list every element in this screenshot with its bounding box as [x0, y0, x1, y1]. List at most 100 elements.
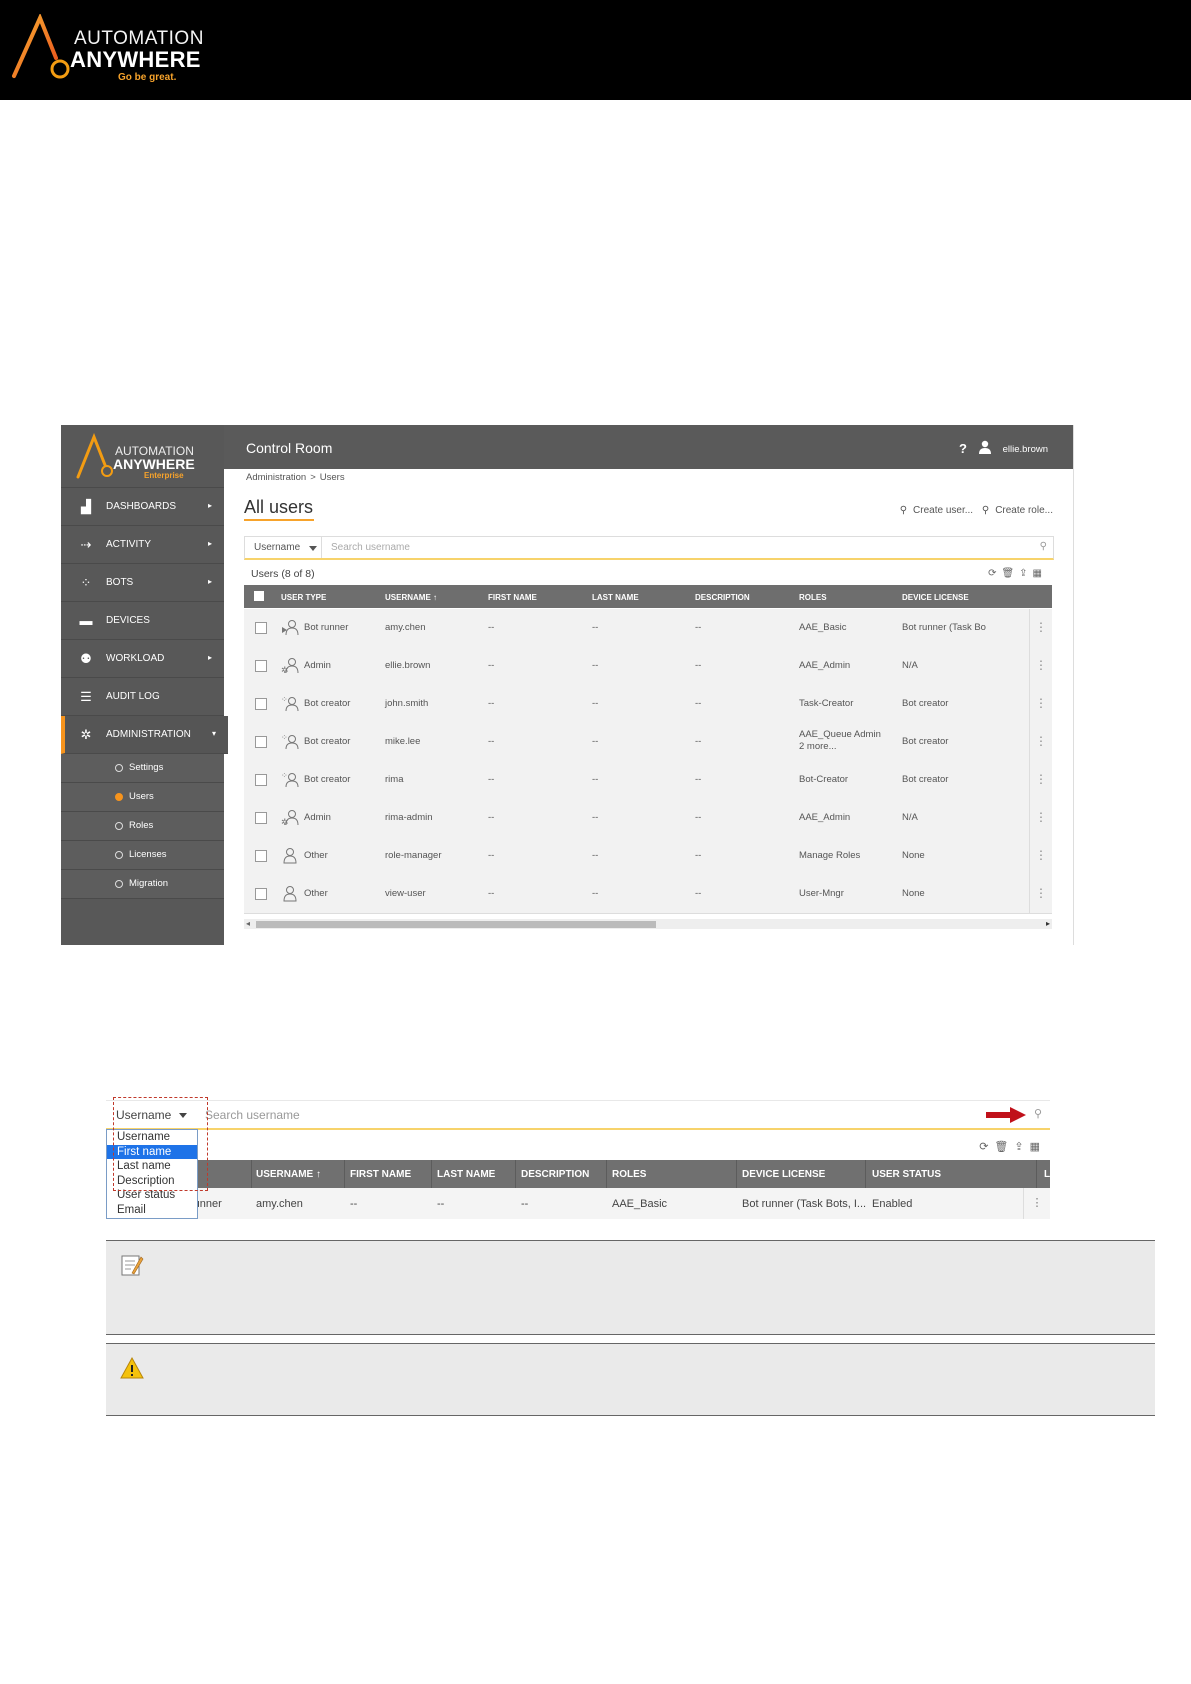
sidebar-item-administration[interactable]: ✲ ADMINISTRATION ▾ — [61, 716, 228, 754]
logo-edition: Enterprise — [144, 471, 184, 480]
breadcrumb-administration[interactable]: Administration — [246, 472, 306, 483]
table-row[interactable]: ⁘ Bot creator rima -- -- -- Bot-Creator … — [244, 761, 1052, 800]
col-roles[interactable]: ROLES — [799, 593, 827, 602]
cell-user-type: Bot creator — [304, 736, 351, 747]
sidebar-subitem-licenses[interactable]: Licenses — [61, 841, 224, 870]
row-checkbox[interactable] — [255, 888, 267, 900]
row-checkbox[interactable] — [255, 850, 267, 862]
table-row[interactable]: Other role-manager -- -- -- Manage Roles… — [244, 837, 1052, 876]
sidebar-subitem-label: Settings — [129, 762, 164, 773]
scroll-right-icon[interactable]: ▸ — [1046, 919, 1050, 928]
sidebar-subitem-migration[interactable]: Migration — [61, 870, 224, 899]
col-description[interactable]: DESCRIPTION — [695, 593, 750, 602]
row-actions-icon[interactable]: ⋮ — [1029, 837, 1052, 875]
cell-description: -- — [695, 812, 702, 823]
row-checkbox[interactable] — [255, 736, 267, 748]
search-input[interactable]: Search username — [331, 542, 410, 553]
row-checkbox[interactable] — [255, 698, 267, 710]
cell-first-name: -- — [488, 888, 495, 899]
create-role-link[interactable]: Create role... — [995, 505, 1053, 516]
refresh-icon[interactable]: ⟳ — [979, 1141, 994, 1153]
svg-text:✲: ✲ — [281, 817, 289, 826]
table-row[interactable]: Bot runner amy.chen -- -- -- AAE_Basic B… — [244, 609, 1052, 648]
delete-icon[interactable]: 🗑 — [994, 1141, 1014, 1153]
chevron-down-icon: ▾ — [211, 729, 216, 738]
row-checkbox[interactable] — [255, 774, 267, 786]
cell-user-type: Other — [304, 850, 328, 861]
sidebar-subitem-users[interactable]: Users — [61, 783, 224, 812]
title-underline — [244, 519, 314, 521]
row-actions-icon[interactable]: ⋮ — [1029, 723, 1052, 761]
col-first-name[interactable]: FIRST NAME — [488, 593, 537, 602]
columns-icon[interactable]: ▦ — [1033, 568, 1047, 579]
search-icon[interactable]: ⚲ — [1040, 541, 1047, 552]
table-row[interactable]: ✲ Admin rima-admin -- -- -- AAE_Admin N/… — [244, 799, 1052, 838]
row-checkbox[interactable] — [255, 660, 267, 672]
col-user-type[interactable]: USER TYPE — [281, 593, 326, 602]
row-actions-icon[interactable]: ⋮ — [1029, 609, 1052, 647]
dashboard-icon: ▟ — [81, 499, 91, 514]
sidebar-subitem-roles[interactable]: Roles — [61, 812, 224, 841]
col-description[interactable]: DESCRIPTION — [521, 1169, 589, 1180]
row-actions-icon[interactable]: ⋮ — [1029, 647, 1052, 685]
search-filter-select[interactable]: Username — [245, 537, 322, 558]
sidebar-item-bots[interactable]: ⁘ BOTS ▸ — [61, 564, 224, 602]
search-input[interactable]: Search username — [205, 1108, 300, 1122]
user-icon[interactable] — [979, 440, 991, 454]
sidebar-item-dashboards[interactable]: ▟ DASHBOARDS ▸ — [61, 488, 224, 526]
row-actions-icon[interactable]: ⋮ — [1029, 761, 1052, 799]
col-truncated[interactable]: L — [1044, 1169, 1050, 1180]
columns-icon[interactable]: ▦ — [1030, 1141, 1046, 1153]
select-all-checkbox[interactable] — [254, 591, 264, 601]
sidebar-item-audit-log[interactable]: ☰ AUDIT LOG — [61, 678, 224, 716]
user-menu[interactable]: ellie.brown — [1003, 444, 1048, 455]
delete-icon[interactable]: 🗑 — [1001, 568, 1019, 579]
export-icon[interactable]: ⇪ — [1019, 568, 1032, 579]
cell-last-name: -- — [592, 622, 599, 633]
col-device-license[interactable]: DEVICE LICENSE — [742, 1169, 825, 1180]
col-username[interactable]: USERNAME ↑ — [385, 593, 437, 602]
export-icon[interactable]: ⇪ — [1014, 1141, 1029, 1153]
column-divider — [431, 1160, 432, 1188]
create-user-link[interactable]: Create user... — [913, 505, 973, 516]
cell-description: -- — [695, 660, 702, 671]
header-banner: AUTOMATION ANYWHERE Go be great. — [0, 0, 1191, 100]
sidebar-subitem-settings[interactable]: Settings — [61, 754, 224, 783]
row-actions-icon[interactable]: ⋮ — [1029, 875, 1052, 913]
cell-roles: AAE_Basic — [612, 1198, 668, 1210]
row-actions-icon[interactable]: ⋮ — [1029, 685, 1052, 723]
col-user-status[interactable]: USER STATUS — [872, 1169, 941, 1180]
col-roles[interactable]: ROLES — [612, 1169, 646, 1180]
cell-description: -- — [695, 888, 702, 899]
row-actions-icon[interactable]: ⋮ — [1029, 799, 1052, 837]
col-last-name[interactable]: LAST NAME — [592, 593, 639, 602]
dropdown-option-email[interactable]: Email — [107, 1203, 197, 1218]
table-row[interactable]: runner amy.chen -- -- -- AAE_Basic Bot r… — [106, 1188, 1050, 1219]
refresh-icon[interactable]: ⟳ — [988, 568, 1001, 579]
col-username[interactable]: USERNAME ↑ — [256, 1169, 321, 1180]
col-last-name[interactable]: LAST NAME — [437, 1169, 495, 1180]
cell-roles: Task-Creator — [799, 698, 854, 709]
red-arrow-icon — [986, 1107, 1026, 1123]
scrollbar-thumb[interactable] — [256, 921, 656, 928]
table-row[interactable]: ✲ Admin ellie.brown -- -- -- AAE_Admin N… — [244, 647, 1052, 686]
table-row[interactable]: Other view-user -- -- -- User-Mngr None … — [244, 875, 1052, 914]
sidebar-item-devices[interactable]: ▬ DEVICES — [61, 602, 224, 640]
more-roles-link[interactable]: 2 more... — [799, 741, 837, 752]
row-checkbox[interactable] — [255, 812, 267, 824]
col-first-name[interactable]: FIRST NAME — [350, 1169, 411, 1180]
horizontal-scrollbar[interactable]: ◂ ▸ — [244, 919, 1052, 929]
search-icon[interactable]: ⚲ — [1034, 1107, 1042, 1120]
cell-last-name: -- — [592, 736, 599, 747]
table-row[interactable]: ⁘ Bot creator john.smith -- -- -- Task-C… — [244, 685, 1052, 724]
row-checkbox[interactable] — [255, 622, 267, 634]
col-device-license[interactable]: DEVICE LICENSE — [902, 593, 969, 602]
cell-description: -- — [695, 622, 702, 633]
help-icon[interactable]: ? — [959, 441, 967, 456]
sidebar-item-label: DEVICES — [106, 615, 150, 626]
scroll-left-icon[interactable]: ◂ — [246, 919, 250, 928]
table-row[interactable]: ⁘ Bot creator mike.lee -- -- -- AAE_Queu… — [244, 723, 1052, 762]
sidebar-item-workload[interactable]: ⚉ WORKLOAD ▸ — [61, 640, 224, 678]
row-actions-icon[interactable]: ⋮ — [1023, 1188, 1050, 1219]
sidebar-item-activity[interactable]: ⇢ ACTIVITY ▸ — [61, 526, 224, 564]
